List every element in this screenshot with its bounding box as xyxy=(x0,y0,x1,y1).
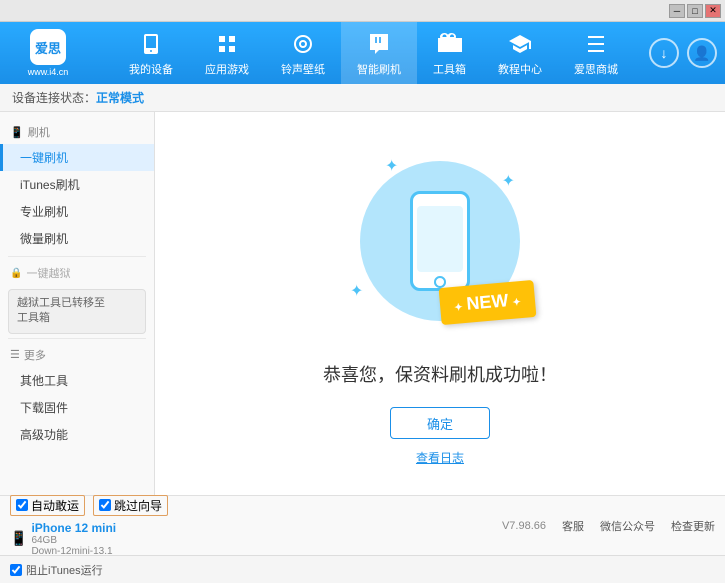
nav-app-games-label: 应用游戏 xyxy=(205,61,249,77)
back-link[interactable]: 查看日志 xyxy=(416,449,464,466)
more-section-icon: ☰ xyxy=(10,348,20,361)
sidebar-divider-1 xyxy=(8,256,146,257)
nav-right: ↓ 👤 xyxy=(649,38,717,68)
prevent-itunes-checkbox[interactable] xyxy=(10,564,22,576)
sidebar-item-pro-flash[interactable]: 专业刷机 xyxy=(0,198,154,225)
phone-body xyxy=(410,191,470,291)
user-button[interactable]: 👤 xyxy=(687,38,717,68)
auto-start-checkbox[interactable] xyxy=(16,499,28,511)
nav-smart-flash-label: 智能刷机 xyxy=(357,61,401,77)
nav-ringtones[interactable]: 铃声壁纸 xyxy=(265,22,341,85)
bottom-right: V7.98.66 客服 微信公众号 检查更新 xyxy=(502,518,715,534)
store-icon xyxy=(582,30,610,58)
customer-service-link[interactable]: 客服 xyxy=(562,518,584,534)
success-illustration: NEW ✦ ✦ ✦ xyxy=(340,141,540,341)
sidebar-item-download-firmware[interactable]: 下载固件 xyxy=(0,394,154,421)
sparkle-3: ✦ xyxy=(350,281,363,301)
sidebar-divider-2 xyxy=(8,338,146,339)
skip-wizard-checkbox[interactable] xyxy=(99,499,111,511)
sidebar-section-more: ☰ 更多 其他工具 下载固件 高级功能 xyxy=(0,343,154,448)
nav-smart-flash[interactable]: 智能刷机 xyxy=(341,22,417,85)
main-area: 📱 刷机 一键刷机 iTunes刷机 专业刷机 微量刷机 🔒 一键越狱 xyxy=(0,112,725,495)
logo-icon: 爱思 xyxy=(30,29,66,65)
nav-store[interactable]: 爱思商城 xyxy=(558,22,634,85)
flash-icon xyxy=(365,30,393,58)
status-value: 正常模式 xyxy=(96,89,144,106)
bottom-status-bar: 阻止iTunes运行 xyxy=(0,555,725,583)
apps-icon xyxy=(213,30,241,58)
nav-tutorials[interactable]: 教程中心 xyxy=(482,22,558,85)
device-model: Down-12mini-13.1 xyxy=(31,546,116,557)
confirm-button[interactable]: 确定 xyxy=(390,407,490,439)
prevent-itunes-area: 阻止iTunes运行 xyxy=(10,562,103,578)
new-badge: NEW xyxy=(439,280,537,325)
window-controls: ─ □ ✕ xyxy=(669,4,721,18)
sidebar: 📱 刷机 一键刷机 iTunes刷机 专业刷机 微量刷机 🔒 一键越狱 xyxy=(0,112,155,495)
skip-wizard-label[interactable]: 跳过向导 xyxy=(93,495,168,516)
logo-url: www.i4.cn xyxy=(28,67,69,77)
flash-section-icon: 📱 xyxy=(10,126,24,139)
status-bar: 设备连接状态： 正常模式 xyxy=(0,84,725,112)
sidebar-item-other-tools[interactable]: 其他工具 xyxy=(0,367,154,394)
sidebar-item-itunes-flash[interactable]: iTunes刷机 xyxy=(0,171,154,198)
close-button[interactable]: ✕ xyxy=(705,4,721,18)
sidebar-item-micro-flash[interactable]: 微量刷机 xyxy=(0,225,154,252)
device-icon xyxy=(137,30,165,58)
prevent-itunes-label: 阻止iTunes运行 xyxy=(26,562,103,578)
device-info: 📱 iPhone 12 mini 64GB Down-12mini-13.1 xyxy=(10,521,168,557)
nav-ringtones-label: 铃声壁纸 xyxy=(281,61,325,77)
logo[interactable]: 爱思 www.i4.cn xyxy=(8,29,88,77)
check-update-link[interactable]: 检查更新 xyxy=(671,518,715,534)
ringtone-icon xyxy=(289,30,317,58)
sidebar-section-jailbreak: 🔒 一键越狱 越狱工具已转移至工具箱 xyxy=(0,261,154,334)
device-bar: 自动敢运 跳过向导 📱 iPhone 12 mini 64GB Down-12m… xyxy=(0,495,725,555)
nav-items: 我的设备 应用游戏 铃声壁纸 智能刷机 工具箱 xyxy=(98,22,649,85)
device-details: iPhone 12 mini 64GB Down-12mini-13.1 xyxy=(31,521,116,557)
device-storage: 64GB xyxy=(31,535,116,546)
auto-start-label[interactable]: 自动敢运 xyxy=(10,495,85,516)
phone-home-btn xyxy=(434,276,446,288)
success-text: 恭喜您，保资料刷机成功啦！ xyxy=(323,361,557,387)
sidebar-more-title: ☰ 更多 xyxy=(0,343,154,367)
phone-screen xyxy=(417,206,463,272)
sidebar-item-one-click-flash[interactable]: 一键刷机 xyxy=(0,144,154,171)
nav-app-games[interactable]: 应用游戏 xyxy=(189,22,265,85)
sidebar-jailbreak-disabled: 🔒 一键越狱 xyxy=(0,261,154,285)
wechat-link[interactable]: 微信公众号 xyxy=(600,518,655,534)
sparkle-1: ✦ xyxy=(385,156,398,176)
title-bar: ─ □ ✕ xyxy=(0,0,725,22)
maximize-button[interactable]: □ xyxy=(687,4,703,18)
minimize-button[interactable]: ─ xyxy=(669,4,685,18)
checkbox-area: 自动敢运 跳过向导 📱 iPhone 12 mini 64GB Down-12m… xyxy=(10,495,168,557)
sparkle-2: ✦ xyxy=(502,171,515,191)
nav-my-device-label: 我的设备 xyxy=(129,61,173,77)
sidebar-flash-title: 📱 刷机 xyxy=(0,120,154,144)
status-prefix: 设备连接状态： xyxy=(12,89,96,106)
tutorials-icon xyxy=(506,30,534,58)
nav-my-device[interactable]: 我的设备 xyxy=(113,22,189,85)
download-button[interactable]: ↓ xyxy=(649,38,679,68)
sidebar-item-advanced[interactable]: 高级功能 xyxy=(0,421,154,448)
lock-icon: 🔒 xyxy=(10,268,22,279)
checkboxes-row: 自动敢运 跳过向导 xyxy=(10,495,168,516)
content-area: NEW ✦ ✦ ✦ 恭喜您，保资料刷机成功啦！ 确定 查看日志 xyxy=(155,112,725,495)
jailbreak-note: 越狱工具已转移至工具箱 xyxy=(8,289,146,334)
nav-store-label: 爱思商城 xyxy=(574,61,618,77)
device-phone-icon: 📱 xyxy=(10,530,27,547)
tools-icon xyxy=(436,30,464,58)
nav-bar: 爱思 www.i4.cn 我的设备 应用游戏 铃声壁纸 xyxy=(0,22,725,84)
sidebar-section-flash: 📱 刷机 一键刷机 iTunes刷机 专业刷机 微量刷机 xyxy=(0,120,154,252)
version-text: V7.98.66 xyxy=(502,520,546,532)
nav-tutorials-label: 教程中心 xyxy=(498,61,542,77)
nav-toolbox-label: 工具箱 xyxy=(433,61,466,77)
nav-toolbox[interactable]: 工具箱 xyxy=(417,22,482,85)
